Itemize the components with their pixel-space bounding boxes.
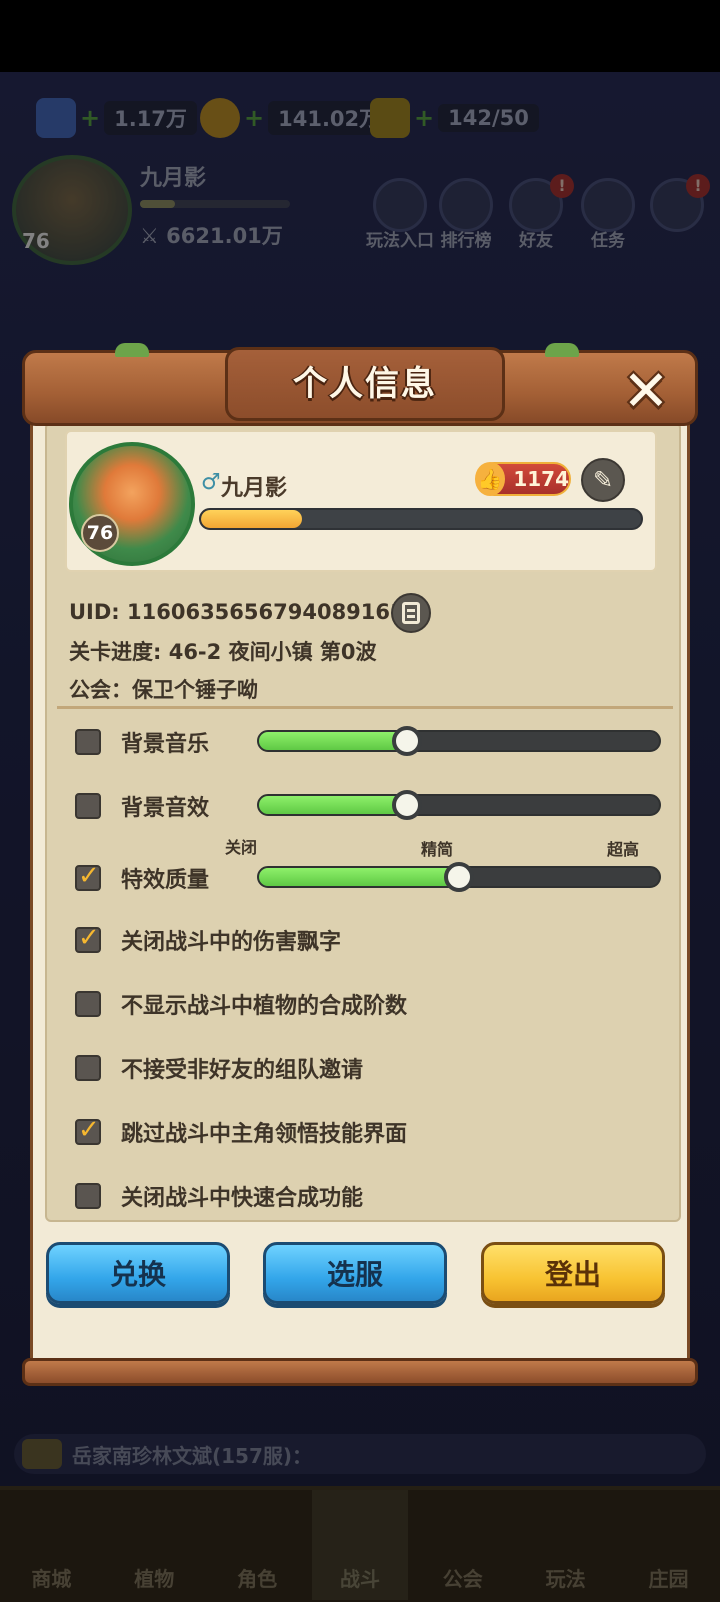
quality-mid-label: 精简: [421, 840, 454, 859]
dialog-title-plate: 个人信息: [225, 347, 505, 421]
setting-label: 背景音乐: [121, 732, 210, 757]
skip-skill-checkbox[interactable]: [75, 1115, 101, 1145]
status-bar: [0, 0, 720, 72]
option-label: 不接受非好友的组队邀请: [121, 1058, 364, 1083]
sound-effects-slider[interactable]: [257, 790, 661, 820]
edit-icon: ✎: [592, 466, 614, 494]
bg-music-slider[interactable]: [257, 726, 661, 756]
logout-button[interactable]: 登出: [481, 1242, 665, 1304]
option-row[interactable]: 不显示战斗中植物的合成阶数: [75, 984, 655, 1024]
damage-text-checkbox[interactable]: [75, 923, 101, 953]
button-label: 兑换: [109, 1258, 166, 1291]
button-label: 登出: [544, 1258, 601, 1291]
male-icon: ♂: [201, 470, 221, 495]
slider-knob[interactable]: [392, 790, 422, 820]
grass-decoration: [115, 343, 149, 357]
likes-badge[interactable]: 👍 1174: [475, 462, 571, 496]
close-icon: ✕: [622, 359, 670, 424]
exchange-button[interactable]: 兑换: [46, 1242, 230, 1304]
thumbs-up-icon: 👍: [475, 462, 506, 496]
option-label: 不显示战斗中植物的合成阶数: [121, 994, 408, 1019]
copy-icon: [402, 602, 420, 624]
profile-card: 76 ♂ 九月影 👍 1174 ✎: [65, 430, 657, 572]
dialog-body: 76 ♂ 九月影 👍 1174 ✎ UID: 11606356567940891…: [30, 416, 690, 1366]
setting-label: 背景音效: [121, 796, 210, 821]
dialog-bottom-bar: [22, 1358, 698, 1386]
close-button[interactable]: ✕: [617, 363, 675, 421]
section-divider: [57, 706, 673, 709]
option-label: 跳过战斗中主角领悟技能界面: [121, 1122, 408, 1147]
profile-avatar[interactable]: 76: [69, 442, 195, 566]
dialog-title: 个人信息: [293, 364, 437, 404]
copy-uid-button[interactable]: [391, 593, 431, 633]
sound-effects-checkbox[interactable]: [75, 793, 101, 819]
slider-knob[interactable]: [444, 862, 474, 892]
profile-level-badge: 76: [81, 514, 119, 552]
grass-decoration: [545, 343, 579, 357]
settings-panel: 76 ♂ 九月影 👍 1174 ✎ UID: 11606356567940891…: [45, 422, 681, 1222]
profile-dialog: 76 ♂ 九月影 👍 1174 ✎ UID: 11606356567940891…: [22, 343, 698, 1387]
option-row[interactable]: 跳过战斗中主角领悟技能界面: [75, 1112, 655, 1152]
setting-sound-effects: 背景音效: [75, 786, 661, 826]
option-label: 关闭战斗中快速合成功能: [121, 1186, 364, 1211]
select-server-button[interactable]: 选服: [263, 1242, 447, 1304]
effects-quality-checkbox[interactable]: [75, 861, 101, 891]
setting-effects-quality: 特效质量: [75, 858, 661, 898]
profile-xp-bar: [199, 508, 643, 530]
slider-fill: [259, 732, 407, 750]
merge-tier-checkbox[interactable]: [75, 991, 101, 1017]
quality-low-label: 关闭: [225, 838, 258, 857]
uid-text: UID: 1160635656794089161: [69, 600, 405, 624]
team-invite-checkbox[interactable]: [75, 1055, 101, 1081]
bg-music-checkbox[interactable]: [75, 729, 101, 755]
setting-bg-music: 背景音乐: [75, 722, 661, 762]
profile-xp-fill: [201, 510, 303, 528]
quality-high-label: 超高: [607, 840, 640, 859]
dialog-header: 个人信息 ✕: [22, 343, 698, 426]
option-row[interactable]: 关闭战斗中的伤害飘字: [75, 920, 655, 960]
guild-text: 公会：保卫个锤子呦: [69, 678, 258, 702]
slider-fill: [259, 796, 407, 814]
button-label: 选服: [326, 1258, 383, 1291]
option-row[interactable]: 不接受非好友的组队邀请: [75, 1048, 655, 1088]
edit-profile-button[interactable]: ✎: [581, 458, 625, 502]
quick-merge-checkbox[interactable]: [75, 1183, 101, 1209]
setting-label: 特效质量: [121, 868, 210, 893]
slider-fill: [259, 868, 459, 886]
level-progress-text: 关卡进度: 46-2 夜间小镇 第0波: [69, 640, 377, 664]
effects-quality-slider[interactable]: [257, 862, 661, 892]
option-label: 关闭战斗中的伤害飘字: [121, 930, 342, 955]
slider-knob[interactable]: [392, 726, 422, 756]
profile-name: 九月影: [221, 476, 288, 501]
likes-count: 1174: [513, 467, 569, 491]
option-row[interactable]: 关闭战斗中快速合成功能: [75, 1176, 655, 1216]
